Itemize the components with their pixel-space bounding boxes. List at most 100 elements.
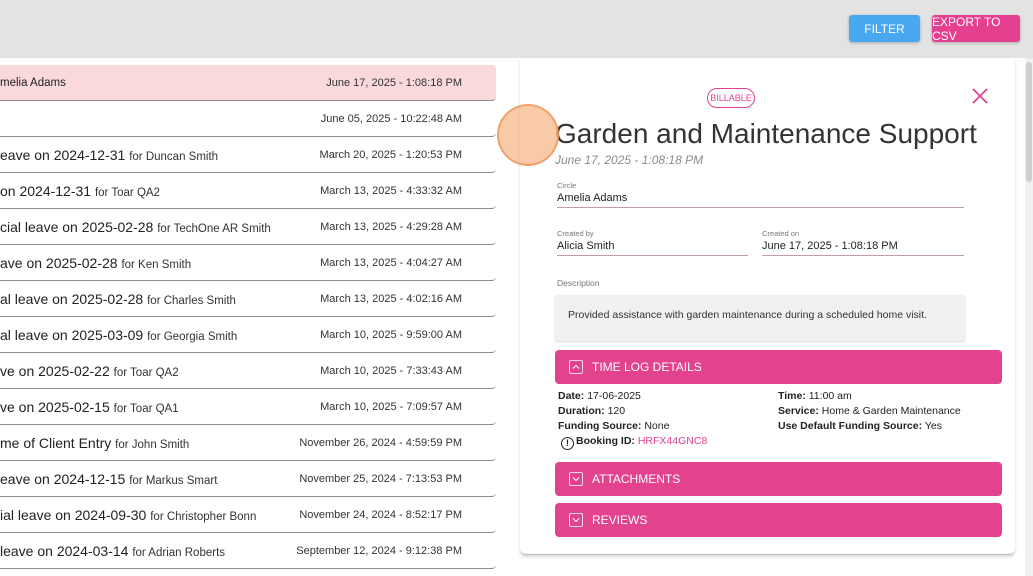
- list-item-title-text: al leave on 2025-02-28: [0, 291, 148, 307]
- list-item-title-text: al leave on 2025-03-09: [0, 327, 148, 343]
- list-item-title: on 2024-12-31 for Toar QA2: [0, 173, 160, 208]
- list-item-client: for Adrian Roberts: [132, 547, 226, 559]
- list-item-client: for TechOne AR Smith: [157, 223, 271, 235]
- time-key: Time:: [778, 390, 806, 402]
- chevron-down-icon: [569, 472, 583, 486]
- created-on-field[interactable]: June 17, 2025 - 1:08:18 PM: [762, 240, 964, 256]
- list-item[interactable]: ial leave on 2024-09-30 for Christopher …: [0, 497, 496, 533]
- list-item[interactable]: me of Client Entry for John Smith Novembe…: [0, 425, 496, 461]
- list-item-title: melia Adams: [0, 65, 66, 100]
- list-item-date: March 20, 2025 - 1:20:53 PM: [319, 149, 462, 161]
- detail-title: Garden and Maintenance Support: [555, 118, 977, 149]
- list-item[interactable]: eave on 2024-12-15 for Markus Smart Novem…: [0, 461, 496, 497]
- list-item[interactable]: ve on 2025-02-22 for Toar QA2 March 10, 2…: [0, 353, 496, 389]
- booking-key: Booking ID:: [576, 435, 635, 447]
- time-log-booking: ! Booking ID: HRFX44GNC8: [561, 435, 707, 450]
- list-item-date: March 13, 2025 - 4:02:16 AM: [320, 293, 462, 305]
- funding-value: None: [644, 420, 670, 432]
- list-item-client: for John Smith: [115, 439, 190, 451]
- list-item-client: for Toar QA2: [94, 187, 160, 199]
- detail-date: June 17, 2025 - 1:08:18 PM: [555, 153, 704, 167]
- list-item-title: eave on 2024-12-31 for Duncan Smith: [0, 137, 219, 172]
- list-item-title-text: ial leave on 2024-09-30: [0, 507, 151, 523]
- time-log-details-label: TIME LOG DETAILS: [592, 360, 702, 374]
- time-log-service: Service: Home & Garden Maintenance: [778, 405, 961, 417]
- time-log-details-section[interactable]: TIME LOG DETAILS: [555, 350, 1002, 384]
- exclamation-circle-icon: !: [561, 436, 574, 450]
- created-by-label: Created by: [557, 229, 594, 238]
- funding-key: Funding Source:: [558, 420, 642, 432]
- service-key: Service:: [778, 405, 819, 417]
- list-item[interactable]: melia Adams June 17, 2025 - 1:08:18 PM: [0, 65, 496, 101]
- list-item-client: for Toar QA1: [113, 403, 179, 415]
- list-item-date: March 10, 2025 - 7:33:43 AM: [320, 365, 462, 377]
- list-item-title-text: on 2024-12-31: [0, 183, 95, 199]
- list-item-date: March 13, 2025 - 4:29:28 AM: [320, 221, 462, 233]
- list-item-title: me of Client Entry for John Smith: [0, 425, 190, 460]
- export-csv-button[interactable]: EXPORT TO CSV: [932, 15, 1020, 43]
- list-item-client: for Georgia Smith: [147, 331, 238, 343]
- list-item-title-text: cial leave on 2025-02-28: [0, 219, 158, 235]
- filter-button[interactable]: FILTER: [849, 15, 920, 42]
- circle-label: Circle: [557, 181, 577, 190]
- list-item[interactable]: cial leave on 2025-02-28 for TechOne AR …: [0, 209, 496, 245]
- list-item[interactable]: al leave on 2025-03-09 for Georgia Smith…: [0, 317, 496, 353]
- description-box[interactable]: Provided assistance with garden maintena…: [555, 295, 965, 341]
- list-item-client: for Christopher Bonn: [150, 511, 257, 523]
- close-icon[interactable]: [970, 86, 990, 106]
- list-item-title-text: ave on 2025-02-28: [0, 255, 122, 271]
- default-funding-key: Use Default Funding Source:: [778, 420, 923, 432]
- time-value: 11:00 am: [808, 390, 852, 402]
- list-item[interactable]: eave on 2024-12-31 for Duncan Smith March…: [0, 137, 496, 173]
- list-item-title-text: melia Adams: [0, 77, 66, 89]
- created-by-field[interactable]: Alicia Smith: [557, 240, 748, 256]
- list-item-client: for Duncan Smith: [129, 151, 219, 163]
- time-log-duration: Duration: 120: [558, 405, 625, 417]
- reviews-section[interactable]: REVIEWS: [555, 503, 1002, 537]
- default-funding-value: Yes: [924, 420, 942, 432]
- created-on-label: Created on: [762, 229, 800, 238]
- attachments-section[interactable]: ATTACHMENTS: [555, 462, 1002, 496]
- date-key: Date:: [558, 390, 585, 402]
- list-item-date: March 13, 2025 - 4:33:32 AM: [320, 185, 462, 197]
- list-item[interactable]: leave on 2024-03-14 for Adrian Roberts Se…: [0, 533, 496, 569]
- circle-field[interactable]: Amelia Adams: [557, 192, 964, 208]
- attachments-label: ATTACHMENTS: [592, 472, 681, 486]
- list-item-title: ve on 2025-02-22 for Toar QA2: [0, 353, 179, 388]
- time-log-time: Time: 11:00 am: [778, 390, 852, 402]
- chevron-up-icon: [569, 360, 583, 374]
- list-item-client: for Toar QA2: [113, 367, 179, 379]
- reviews-label: REVIEWS: [592, 513, 648, 527]
- list-item[interactable]: on 2024-12-31 for Toar QA2 March 13, 2025…: [0, 173, 496, 209]
- list-item[interactable]: al leave on 2025-02-28 for Charles Smith…: [0, 281, 496, 317]
- billable-badge: BILLABLE: [707, 88, 755, 108]
- duration-key: Duration:: [558, 405, 605, 417]
- list-item[interactable]: June 05, 2025 - 10:22:48 AM: [0, 101, 496, 137]
- booking-id-link[interactable]: HRFX44GNC8: [638, 435, 707, 447]
- list-item-date: June 17, 2025 - 1:08:18 PM: [326, 77, 462, 89]
- duration-value: 120: [607, 405, 626, 417]
- list-item-date: November 25, 2024 - 7:13:53 PM: [299, 473, 462, 485]
- list-item-date: June 05, 2025 - 10:22:48 AM: [320, 113, 462, 125]
- scrollbar[interactable]: [1025, 58, 1033, 576]
- list-item-title-text: ve on 2025-02-15: [0, 399, 114, 415]
- time-log-date: Date: 17-06-2025: [558, 390, 641, 402]
- list-item-client: for Ken Smith: [121, 259, 192, 271]
- list-item-date: November 26, 2024 - 4:59:59 PM: [299, 437, 462, 449]
- list-item-date: March 10, 2025 - 7:09:57 AM: [320, 401, 462, 413]
- list-item-title-text: leave on 2024-03-14: [0, 543, 133, 559]
- chevron-down-icon: [569, 513, 583, 527]
- list-item-title: cial leave on 2025-02-28 for TechOne AR …: [0, 209, 271, 244]
- list-item-title-text: eave on 2024-12-15: [0, 471, 130, 487]
- list-item-title-text: eave on 2024-12-31: [0, 147, 130, 163]
- list-item-title: al leave on 2025-02-28 for Charles Smith: [0, 281, 236, 316]
- list-item[interactable]: ve on 2025-02-15 for Toar QA1 March 10, 2…: [0, 389, 496, 425]
- list-item-date: September 12, 2024 - 9:12:38 PM: [296, 545, 462, 557]
- list-item-client: for Charles Smith: [147, 295, 236, 307]
- list-item-date: March 13, 2025 - 4:04:27 AM: [320, 257, 462, 269]
- top-toolbar: FILTER EXPORT TO CSV: [0, 0, 1033, 58]
- list-item[interactable]: ave on 2025-02-28 for Ken Smith March 13,…: [0, 245, 496, 281]
- list-item-title: eave on 2024-12-15 for Markus Smart: [0, 461, 217, 496]
- scrollbar-thumb[interactable]: [1026, 62, 1032, 182]
- service-value: Home & Garden Maintenance: [821, 405, 961, 417]
